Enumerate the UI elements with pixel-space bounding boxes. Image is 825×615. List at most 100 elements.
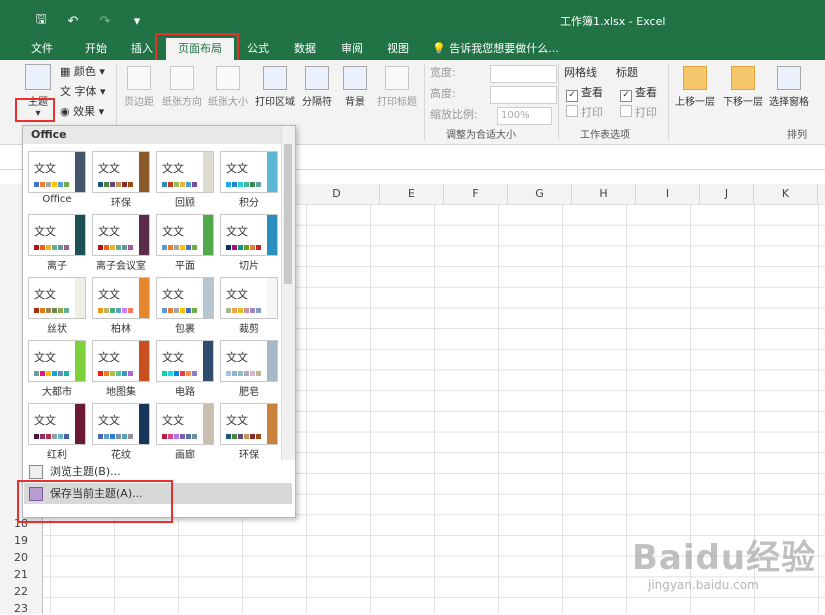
selection-pane-icon bbox=[777, 66, 801, 90]
tab-home[interactable]: 开始 bbox=[72, 38, 120, 60]
theme-tile[interactable]: 文文 bbox=[28, 214, 86, 256]
effects-button[interactable]: ◉ 效果 ▾ bbox=[60, 103, 104, 121]
color-swatch bbox=[58, 182, 63, 187]
theme-tile[interactable]: 文文 bbox=[92, 403, 150, 445]
folder-icon bbox=[29, 465, 43, 479]
divider bbox=[558, 64, 559, 140]
theme-tile[interactable]: 文文 bbox=[220, 340, 278, 382]
row-header[interactable]: 21 bbox=[0, 568, 42, 581]
theme-accent-band bbox=[203, 404, 213, 444]
theme-accent-band bbox=[267, 278, 277, 318]
margins-button[interactable]: 页边距 bbox=[121, 66, 157, 108]
tell-me-box[interactable]: 💡 告诉我您想要做什么... bbox=[432, 38, 559, 60]
headings-heading: 标题 bbox=[616, 66, 638, 79]
theme-tile[interactable]: 文文 bbox=[92, 214, 150, 256]
scrollbar-thumb[interactable] bbox=[284, 144, 292, 284]
column-header[interactable]: H bbox=[572, 184, 636, 204]
save-icon[interactable]: 🖫 bbox=[30, 10, 52, 32]
checkmark-icon: ✓ bbox=[620, 90, 632, 102]
colors-button[interactable]: ▦ 颜色 ▾ bbox=[60, 63, 105, 81]
dropdown-scrollbar[interactable] bbox=[281, 126, 295, 460]
color-swatch bbox=[174, 245, 179, 250]
breaks-icon bbox=[305, 66, 329, 90]
send-backward-button[interactable]: 下移一层 bbox=[720, 66, 766, 108]
print-area-button[interactable]: 打印区域 bbox=[253, 66, 297, 108]
color-swatch bbox=[244, 182, 249, 187]
color-swatch bbox=[122, 182, 127, 187]
send-backward-icon bbox=[731, 66, 755, 90]
theme-tile[interactable]: 文文 bbox=[28, 340, 86, 382]
color-swatch bbox=[58, 371, 63, 376]
row-header[interactable]: 23 bbox=[0, 602, 42, 615]
theme-sample-text: 文文 bbox=[98, 288, 120, 301]
headings-print-checkbox[interactable]: 打印 bbox=[620, 104, 657, 122]
column-header[interactable]: E bbox=[380, 184, 444, 204]
color-swatch bbox=[238, 308, 243, 313]
customize-qat-icon[interactable]: ▾ bbox=[126, 14, 148, 29]
headings-view-checkbox[interactable]: ✓ 查看 bbox=[620, 84, 657, 102]
color-swatch bbox=[238, 182, 243, 187]
theme-tile[interactable]: 文文 bbox=[220, 277, 278, 319]
theme-tile[interactable]: 文文 bbox=[28, 403, 86, 445]
theme-tile[interactable]: 文文 bbox=[220, 403, 278, 445]
theme-sample-text: 文文 bbox=[162, 414, 184, 427]
orientation-button[interactable]: 纸张方向 bbox=[160, 66, 204, 108]
fonts-label: 字体 bbox=[74, 85, 97, 98]
theme-tile[interactable]: 文文 bbox=[156, 151, 214, 193]
browse-themes-item[interactable]: 浏览主题(B)... bbox=[24, 461, 292, 482]
theme-sample-text: 文文 bbox=[162, 225, 184, 238]
theme-tile[interactable]: 文文 bbox=[220, 151, 278, 193]
tab-view[interactable]: 视图 bbox=[378, 38, 418, 60]
row-header[interactable]: 20 bbox=[0, 551, 42, 564]
theme-tile[interactable]: 文文 bbox=[156, 403, 214, 445]
tab-file[interactable]: 文件 bbox=[18, 38, 66, 60]
size-button[interactable]: 纸张大小 bbox=[206, 66, 250, 108]
row-header[interactable]: 22 bbox=[0, 585, 42, 598]
column-header[interactable]: G bbox=[508, 184, 572, 204]
selection-pane-button[interactable]: 选择窗格 bbox=[766, 66, 812, 108]
column-header[interactable]: J bbox=[700, 184, 754, 204]
theme-name: Office bbox=[42, 194, 72, 205]
theme-tile[interactable]: 文文 bbox=[156, 277, 214, 319]
theme-tile[interactable]: 文文 bbox=[220, 214, 278, 256]
redo-icon[interactable]: ↷ bbox=[94, 14, 116, 29]
theme-tile[interactable]: 文文 bbox=[156, 340, 214, 382]
row-header[interactable]: 19 bbox=[0, 534, 42, 547]
column-header[interactable]: D bbox=[294, 184, 380, 204]
color-swatch bbox=[128, 245, 133, 250]
gridlines-view-checkbox[interactable]: ✓ 查看 bbox=[566, 84, 603, 102]
theme-sample-text: 文文 bbox=[226, 414, 248, 427]
margins-label: 页边距 bbox=[124, 97, 154, 108]
background-button[interactable]: 背景 bbox=[340, 66, 370, 108]
undo-icon[interactable]: ↶ bbox=[62, 14, 84, 29]
color-swatch bbox=[128, 371, 133, 376]
width-select[interactable] bbox=[490, 65, 557, 83]
color-swatch bbox=[256, 245, 261, 250]
theme-sample-text: 文文 bbox=[98, 225, 120, 238]
column-header[interactable]: I bbox=[636, 184, 700, 204]
ribbon-tabs: 文件 开始 插入 页面布局 公式 数据 审阅 视图 💡 告诉我您想要做什么... bbox=[0, 38, 825, 60]
theme-tile[interactable]: 文文 bbox=[92, 277, 150, 319]
theme-tile[interactable]: 文文 bbox=[28, 151, 86, 193]
theme-tile[interactable]: 文文 bbox=[92, 340, 150, 382]
breaks-button[interactable]: 分隔符 bbox=[300, 66, 334, 108]
column-header[interactable]: K bbox=[754, 184, 818, 204]
theme-tile[interactable]: 文文 bbox=[156, 214, 214, 256]
tab-data[interactable]: 数据 bbox=[284, 38, 326, 60]
scale-input[interactable]: 100% bbox=[497, 107, 552, 125]
color-swatch bbox=[110, 371, 115, 376]
tab-formulas[interactable]: 公式 bbox=[238, 38, 278, 60]
color-swatch bbox=[180, 434, 185, 439]
column-header[interactable]: F bbox=[444, 184, 508, 204]
print-titles-button[interactable]: 打印标题 bbox=[374, 66, 420, 108]
tab-review[interactable]: 审阅 bbox=[332, 38, 372, 60]
effects-icon: ◉ bbox=[60, 105, 74, 118]
color-swatch bbox=[128, 182, 133, 187]
bring-forward-button[interactable]: 上移一层 bbox=[672, 66, 718, 108]
height-select[interactable] bbox=[490, 86, 557, 104]
gridlines-print-checkbox[interactable]: 打印 bbox=[566, 104, 603, 122]
theme-tile[interactable]: 文文 bbox=[28, 277, 86, 319]
theme-tile[interactable]: 文文 bbox=[92, 151, 150, 193]
color-swatch bbox=[58, 308, 63, 313]
fonts-button[interactable]: 文 字体 ▾ bbox=[60, 83, 106, 101]
